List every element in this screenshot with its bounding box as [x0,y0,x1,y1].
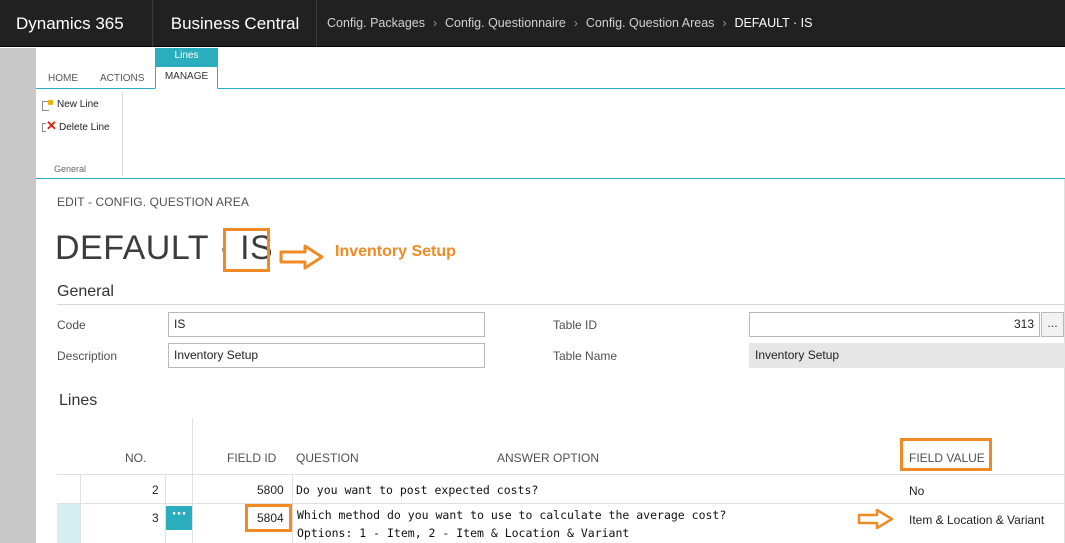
tab-actions[interactable]: ACTIONS [100,73,144,84]
description-field[interactable]: Inventory Setup [168,343,485,368]
tab-home[interactable]: HOME [48,73,78,84]
section-lines-title: Lines [59,392,98,409]
ribbon: Lines HOME ACTIONS MANAGE New Line ✕ Del… [36,48,1065,178]
grid-divider [292,474,293,543]
new-line-label: New Line [57,99,99,110]
new-line-icon [42,99,54,111]
column-header-answer-option[interactable]: ANSWER OPTION [497,451,599,465]
row-field-value[interactable]: No [909,484,924,498]
page-caption: EDIT - CONFIG. QUESTION AREA [57,195,249,209]
description-label: Description [57,349,118,363]
table-id-field[interactable]: 313 [749,312,1040,337]
column-header-field-id[interactable]: FIELD ID [227,451,276,465]
ribbon-group-label: General [54,164,87,174]
row-question: Do you want to post expected costs? [296,483,539,497]
row-field-id: 5800 [257,483,284,497]
delete-line-icon: ✕ [42,119,57,133]
column-header-question[interactable]: QUESTION [296,451,359,465]
chevron-right-icon: › [573,16,578,30]
highlight-box-field-value [900,438,992,471]
table-id-label: Table ID [553,318,598,332]
row-no: 2 [152,483,159,497]
chevron-right-icon: › [432,16,437,30]
breadcrumb-config-question-areas[interactable]: Config. Question Areas [586,16,715,30]
top-bar: Dynamics 365 Business Central Config. Pa… [0,0,1065,47]
row-menu-ellipsis-icon[interactable]: ··· [166,506,192,530]
highlight-box-title [223,228,270,272]
grid-header-line [57,474,1065,475]
annotation-arrow-icon [857,509,894,529]
breadcrumb-config-questionnaire[interactable]: Config. Questionnaire [445,16,566,30]
row-field-value[interactable]: Item & Location & Variant [909,513,1044,527]
new-line-button[interactable]: New Line [42,99,99,111]
ribbon-group-divider [122,92,123,176]
breadcrumb-config-packages[interactable]: Config. Packages [327,16,425,30]
grid-divider [192,418,193,543]
annotation-arrow-icon [279,244,324,270]
breadcrumb: Config. Packages › Config. Questionnaire › C… [327,0,812,47]
product-name[interactable]: Business Central [154,0,317,47]
contextual-tab-group-lines: Lines [155,48,218,66]
chevron-right-icon: › [722,16,727,30]
row-no: 3 [152,511,159,525]
table-name-label: Table Name [553,349,618,363]
row-selector[interactable] [57,504,80,543]
highlight-box-field-id [245,504,292,532]
section-divider [57,304,1065,305]
column-header-no[interactable]: NO. [125,451,146,465]
ribbon-bottom-border [36,178,1065,179]
grid-divider [80,474,81,543]
section-general-title: General [57,283,114,300]
row-question: Which method do you want to use to calcu… [297,508,727,522]
code-field[interactable]: IS [168,312,485,337]
annotation-label: Inventory Setup [335,243,456,260]
code-label: Code [57,318,86,332]
tab-manage[interactable]: MANAGE [155,66,218,89]
row-answer-options: Options: 1 - Item, 2 - Item & Location &… [297,526,630,540]
table-id-lookup-button[interactable]: ... [1041,312,1064,337]
left-nav-strip [0,48,36,543]
delete-line-label: Delete Line [59,122,110,133]
grid-row-line [57,503,1065,504]
table-name-field: Inventory Setup [749,343,1065,368]
app-name[interactable]: Dynamics 365 [0,0,153,47]
delete-line-button[interactable]: ✕ Delete Line [42,119,110,133]
breadcrumb-current: DEFAULT · IS [734,16,813,30]
